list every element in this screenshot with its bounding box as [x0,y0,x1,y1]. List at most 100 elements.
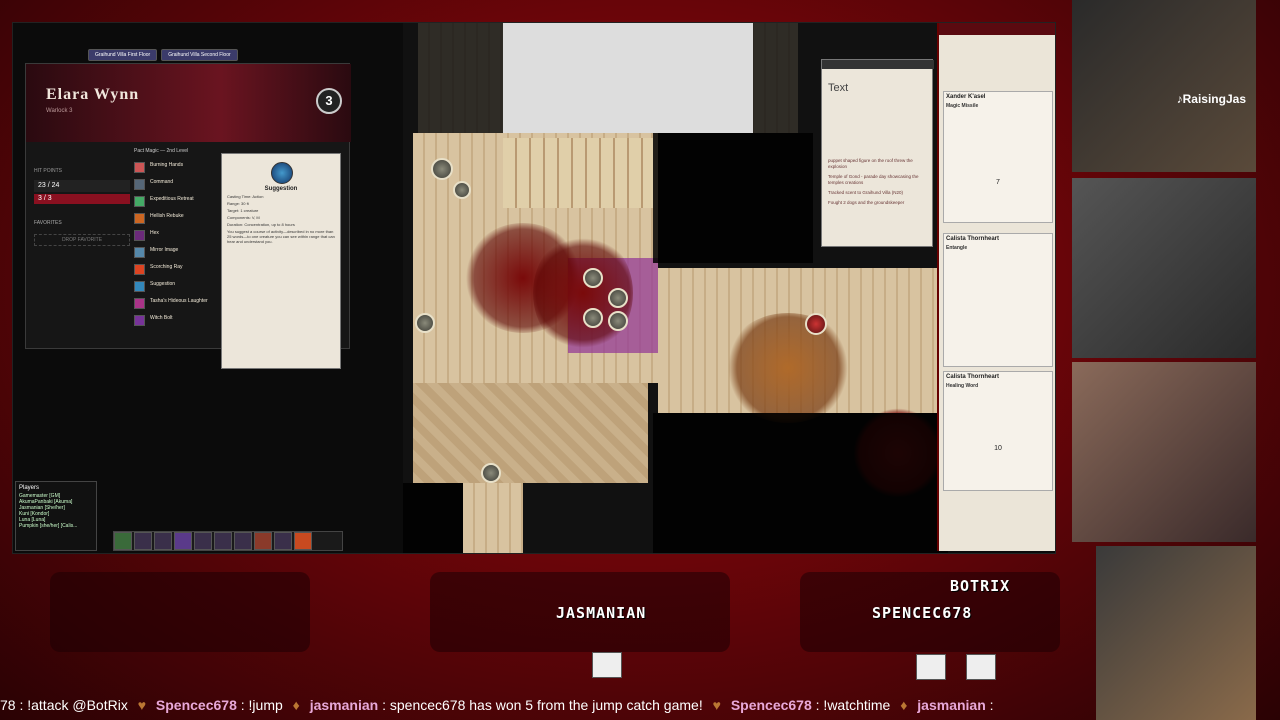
spell-item[interactable]: Hex [134,228,234,244]
hp-value[interactable]: 23 / 24 [34,180,130,192]
players-title: Players [19,485,40,491]
scene-tab-first-floor[interactable]: Graihund Villa First Floor [88,49,158,61]
macro-slot[interactable] [214,532,232,550]
macro-slot[interactable] [254,532,272,550]
suggestion-spell-icon [271,162,293,184]
spell-icon [134,162,145,173]
spell-item[interactable]: Hellish Rebuke [134,211,234,227]
macro-slot[interactable] [134,532,152,550]
token[interactable] [431,158,453,180]
spell-item[interactable]: Tasha's Hideous Laughter [134,296,234,312]
favorites-label: FAVORITES [34,220,62,226]
chat-card: Xander K'asel Magic Missile 7 [943,91,1053,223]
ticker-text: : [989,697,994,713]
macro-hotbar[interactable] [113,531,343,551]
spell-icon [134,179,145,190]
token[interactable] [608,288,628,308]
spell-item[interactable]: Suggestion [134,279,234,295]
journal-title[interactable]: Text [828,82,848,94]
hp-label: HIT POINTS [34,168,62,174]
spell-icon [134,247,145,258]
chat-card-name: Calista Thornheart [946,374,1000,380]
viewer-avatar [916,654,946,680]
chat-card-name: Calista Thornheart [946,236,1000,242]
macro-slot[interactable] [174,532,192,550]
chat-card-spell: Entangle [946,245,968,251]
token[interactable] [453,181,471,199]
chat-card-spell: Healing Word [946,383,979,389]
macro-slot[interactable] [114,532,132,550]
players-list[interactable]: Players Gamemaster [GM] AkumaPanbaki [Ak… [15,481,97,551]
token[interactable] [583,268,603,288]
ticker-text: : !watchtime [815,697,891,713]
ticker-text: : !jump [240,697,283,713]
token[interactable] [583,308,603,328]
webcam-player [1072,178,1256,358]
overlay-seat [50,572,310,652]
spell-icon [134,196,145,207]
spell-item[interactable]: Burning Hands [134,160,234,176]
player-entry: Pumpkin [she/her] [Calis... [19,523,78,529]
roll-result[interactable]: 7 [946,179,1050,186]
journal-notes[interactable]: puppet shaped figure on the roof threw t… [828,158,928,206]
ticker-user: jasmanian [917,697,986,713]
chat-card: Calista Thornheart Healing Word 10 [943,371,1053,491]
macro-slot[interactable] [274,532,292,550]
webcam-player [1072,362,1256,542]
chat-card: Calista Thornheart Entangle [943,233,1053,367]
social-handle: ♪RaisingJas [1176,92,1246,106]
spell-item[interactable]: Scorching Ray [134,262,234,278]
drop-favorites-zone[interactable]: DROP FAVORITE [34,234,130,246]
foundry-canvas[interactable]: Graihund Villa First Floor Graihund Vill… [12,22,1056,554]
spell-item[interactable]: Witch Bolt [134,313,234,329]
viewer-avatar [592,652,622,678]
roll-result[interactable]: 10 [946,445,1050,452]
spell-icon [134,315,145,326]
token[interactable] [481,463,501,483]
chat-log[interactable]: Xander K'asel Magic Missile 7 Calista Th… [937,23,1055,551]
spell-item[interactable]: Command [134,177,234,193]
viewer-name: SPENCEC678 [872,604,973,622]
macro-slot[interactable] [234,532,252,550]
macro-slot[interactable] [154,532,172,550]
journal-note: Temple of Gond - parade day showcasing t… [828,174,919,185]
tooltip-line: You suggest a course of activity—describ… [227,229,335,244]
webcam-host: ♪RaisingJas [1072,0,1256,172]
character-class: Warlock 3 [46,108,73,114]
chat-card-spell: Magic Missile [946,103,979,109]
spell-icon [134,213,145,224]
spell-item[interactable]: Mirror Image [134,245,234,261]
journal-note: Fought 2 dogs and the groundskeeper [828,200,905,205]
scene-tab-second-floor[interactable]: Graihund Villa Second Floor [161,49,238,61]
scene-tabs: Graihund Villa First Floor Graihund Vill… [88,49,242,61]
tooltip-line: Duration: Concentration, up to 8 hours [227,222,295,227]
macro-slot[interactable] [294,532,312,550]
tooltip-line: Casting Time: Action [227,194,264,199]
hit-dice[interactable]: 3 / 3 [34,194,130,204]
tooltip-line: Range: 30 ft [227,201,249,206]
spell-icon [134,281,145,292]
spell-item[interactable]: Expeditious Retreat [134,194,234,210]
ticker-text: : spencec678 has won 5 from the jump cat… [382,697,703,713]
spell-icon [134,230,145,241]
tooltip-title: Suggestion [264,186,298,192]
ticker-user: Spencec678 [155,697,237,713]
viewer-avatar [966,654,996,680]
viewer-name: BOTRIX [950,577,1011,595]
mic-icon: ♦ [900,697,908,713]
macro-slot[interactable] [194,532,212,550]
journal-note: Tracked scent to Graihund Villa (N20) [828,190,904,195]
journal-window[interactable]: Text puppet shaped figure on the roof th… [821,59,934,247]
token[interactable] [805,313,827,335]
token[interactable] [608,311,628,331]
character-name: Elara Wynn [46,86,140,103]
chat-ticker: 78 : !attack @BotRix ♥ Spencec678 : !jum… [0,694,1280,716]
ticker-text: 78 : !attack @BotRix [0,697,128,713]
tooltip-line: Target: 1 creature [227,208,259,213]
token[interactable] [415,313,435,333]
journal-note: puppet shaped figure on the roof threw t… [828,158,913,169]
tooltip-line: Components: V, M [227,215,260,220]
ticker-user: jasmanian [309,697,379,713]
stream-overlay: Graihund Villa First Floor Graihund Vill… [0,0,1280,720]
spell-icon [134,298,145,309]
